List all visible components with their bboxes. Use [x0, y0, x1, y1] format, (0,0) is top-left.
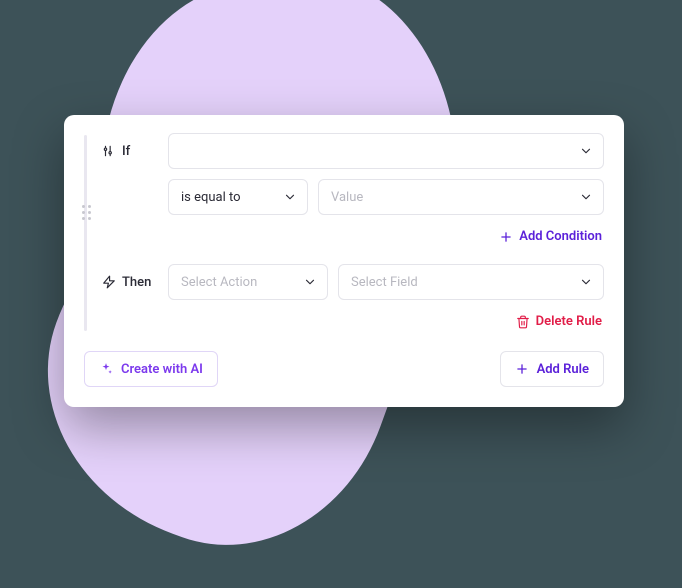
drag-handle-icon[interactable]	[82, 205, 91, 220]
create-ai-label: Create with AI	[121, 362, 203, 377]
add-condition-row: Add Condition	[102, 225, 604, 248]
chevron-down-icon	[283, 190, 297, 204]
add-rule-label: Add Rule	[537, 362, 589, 377]
rule-builder-card: If is equal to Value	[64, 115, 624, 407]
trash-icon	[516, 315, 530, 329]
sliders-icon	[102, 144, 116, 158]
card-footer: Create with AI Add Rule	[84, 351, 604, 387]
sparkle-icon	[99, 362, 113, 376]
operator-value: is equal to	[181, 190, 241, 205]
if-field-select[interactable]	[168, 133, 604, 169]
plus-icon	[515, 362, 529, 376]
field-placeholder: Select Field	[351, 275, 418, 290]
delete-rule-button[interactable]: Delete Rule	[514, 310, 604, 333]
add-condition-label: Add Condition	[519, 229, 602, 244]
then-label: Then	[102, 275, 158, 290]
create-with-ai-button[interactable]: Create with AI	[84, 351, 218, 387]
field-select[interactable]: Select Field	[338, 264, 604, 300]
action-placeholder: Select Action	[181, 275, 257, 290]
if-row: If	[102, 133, 604, 169]
chevron-down-icon	[303, 275, 317, 289]
value-placeholder: Value	[331, 190, 363, 205]
lightning-icon	[102, 275, 116, 289]
if-label: If	[102, 144, 158, 159]
rule-vertical-bar	[84, 135, 87, 331]
then-text: Then	[122, 275, 151, 290]
plus-icon	[499, 230, 513, 244]
action-select[interactable]: Select Action	[168, 264, 328, 300]
chevron-down-icon	[579, 275, 593, 289]
delete-rule-row: Delete Rule	[102, 310, 604, 333]
operator-select[interactable]: is equal to	[168, 179, 308, 215]
add-rule-button[interactable]: Add Rule	[500, 351, 604, 387]
chevron-down-icon	[579, 144, 593, 158]
if-text: If	[122, 144, 130, 159]
value-select[interactable]: Value	[318, 179, 604, 215]
add-condition-button[interactable]: Add Condition	[497, 225, 604, 248]
chevron-down-icon	[579, 190, 593, 204]
then-row: Then Select Action Select Field	[102, 264, 604, 300]
delete-rule-label: Delete Rule	[536, 314, 602, 329]
if-condition-row: is equal to Value	[102, 179, 604, 215]
rule-block: If is equal to Value	[84, 133, 604, 333]
